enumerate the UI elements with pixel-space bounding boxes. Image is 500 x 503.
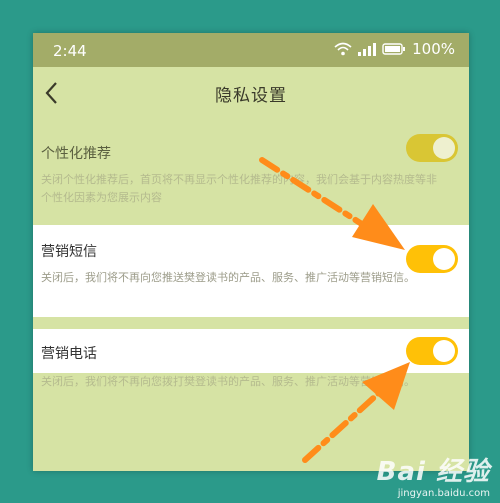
- nav-bar: 隐私设置: [33, 67, 469, 119]
- battery-percent: 100%: [412, 40, 455, 58]
- status-bar: 2:44 100%: [33, 33, 469, 67]
- marketing-call-toggle[interactable]: [406, 337, 458, 365]
- signal-icon: [358, 43, 377, 56]
- phone-screen: 2:44 100% 隐私设置 个性化推荐 关闭个性化推荐后，首页将不再显示个性化…: [33, 33, 469, 471]
- setting-marketing-call: 营销电话: [33, 329, 469, 373]
- setting-description: 关闭个性化推荐后，首页将不再显示个性化推荐的内容，我们会基于内容热度等非个性化因…: [41, 173, 437, 204]
- toggle-knob: [433, 340, 455, 362]
- personalized-recommendation-toggle[interactable]: [406, 134, 458, 162]
- baidu-watermark: Bai 经验 jingyan.baidu.com: [377, 451, 490, 499]
- setting-marketing-call-description: 关闭后，我们将不再向您拨打樊登读书的产品、服务、推广活动等营销电话。: [33, 373, 469, 433]
- watermark-url: jingyan.baidu.com: [397, 488, 490, 499]
- status-icons: 100%: [334, 40, 455, 58]
- section-divider: [33, 317, 469, 329]
- setting-description: 关闭后，我们将不再向您推送樊登读书的产品、服务、推广活动等营销短信。: [41, 271, 415, 284]
- battery-icon: [382, 43, 406, 55]
- toggle-knob: [433, 137, 455, 159]
- status-time: 2:44: [53, 42, 87, 60]
- setting-label: 营销电话: [41, 346, 97, 362]
- setting-label: 营销短信: [41, 244, 97, 260]
- toggle-knob: [433, 248, 455, 270]
- setting-description: 关闭后，我们将不再向您拨打樊登读书的产品、服务、推广活动等营销电话。: [41, 375, 415, 388]
- setting-label: 个性化推荐: [41, 146, 111, 162]
- wifi-icon: [334, 42, 352, 56]
- watermark-brand: Bai 经验: [376, 457, 490, 487]
- page-title: 隐私设置: [215, 86, 287, 106]
- setting-marketing-sms: 营销短信 关闭后，我们将不再向您推送樊登读书的产品、服务、推广活动等营销短信。: [33, 225, 469, 317]
- setting-personalized-recommendation: 个性化推荐 关闭个性化推荐后，首页将不再显示个性化推荐的内容，我们会基于内容热度…: [33, 119, 469, 225]
